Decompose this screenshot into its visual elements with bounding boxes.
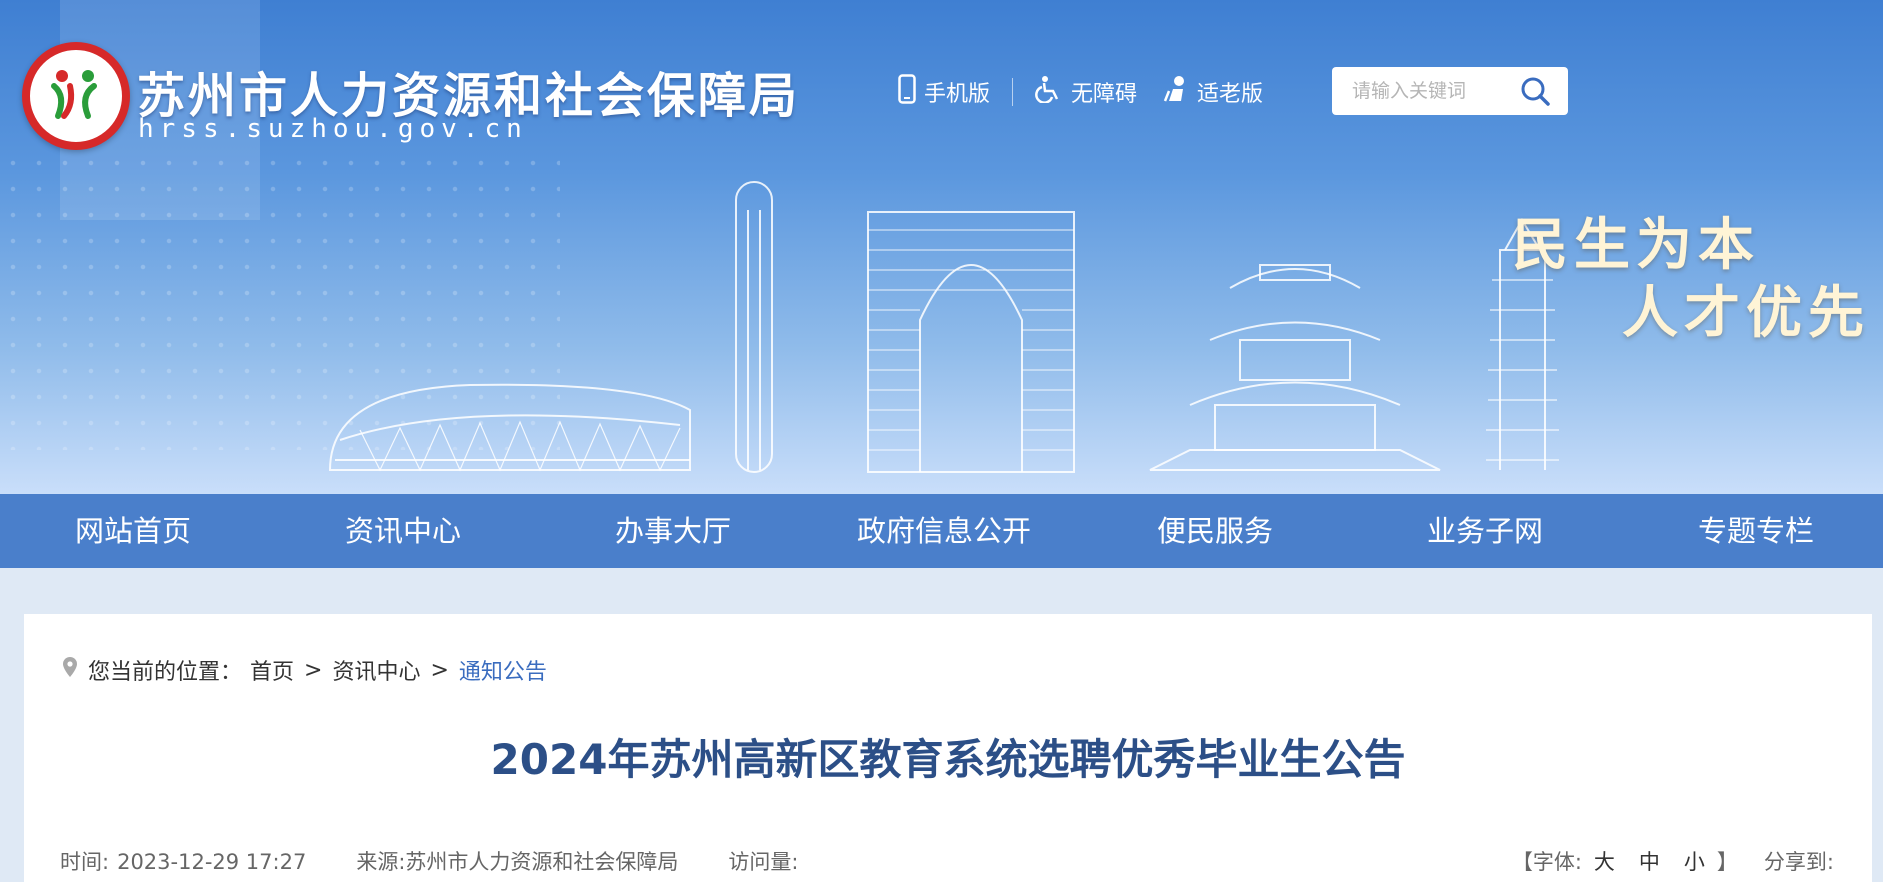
source-label: 来源: <box>356 850 406 874</box>
header-banner: 苏州市人力资源和社会保障局 hrss.suzhou.gov.cn 手机版 无障碍… <box>0 0 1883 494</box>
nav-item-public-service[interactable]: 便民服务 <box>1157 494 1273 568</box>
article-title: 2024年苏州高新区教育系统选聘优秀毕业生公告 <box>490 735 1406 784</box>
time-label: 时间: <box>60 850 110 874</box>
search-input[interactable] <box>1332 80 1507 102</box>
accessibility-icon <box>1035 75 1063 109</box>
font-size-label: 【字体: <box>1511 850 1582 874</box>
font-size-close: 】 <box>1716 850 1738 874</box>
nav-item-news[interactable]: 资讯中心 <box>345 494 461 568</box>
mobile-icon <box>898 74 916 110</box>
top-links: 手机版 无障碍 适老版 <box>898 74 1263 110</box>
visit-count: 访问量: <box>728 846 798 876</box>
font-small-button[interactable]: 小 <box>1684 846 1705 876</box>
source-value: 苏州市人力资源和社会保障局 <box>405 850 679 874</box>
divider <box>1012 78 1014 106</box>
font-medium-button[interactable]: 中 <box>1639 846 1660 876</box>
breadcrumb-notices[interactable]: 通知公告 <box>459 654 547 686</box>
article-card: 您当前的位置： 首页 > 资讯中心 > 通知公告 2024年苏州高新区教育系统选… <box>24 614 1872 882</box>
logo[interactable] <box>22 42 130 150</box>
nav-item-special-topics[interactable]: 专题专栏 <box>1698 494 1814 568</box>
article-source: 来源:苏州市人力资源和社会保障局 <box>356 846 678 876</box>
font-large-button[interactable]: 大 <box>1594 846 1615 876</box>
nav-item-gov-info[interactable]: 政府信息公开 <box>857 494 1031 568</box>
elderly-version-link[interactable]: 适老版 <box>1163 75 1263 109</box>
nav-item-service-hall[interactable]: 办事大厅 <box>615 494 731 568</box>
search-icon[interactable] <box>1520 76 1550 110</box>
breadcrumb-prefix: 您当前的位置： <box>88 660 243 685</box>
publish-time: 时间: 2023-12-29 17:27 <box>60 846 306 876</box>
site-domain: hrss.suzhou.gov.cn <box>138 114 528 144</box>
nav-item-home[interactable]: 网站首页 <box>75 494 191 568</box>
breadcrumb-separator: > <box>430 657 449 683</box>
breadcrumb: 您当前的位置： 首页 > 资讯中心 > 通知公告 <box>62 654 547 686</box>
share-label: 分享到: <box>1763 850 1834 874</box>
search-box <box>1332 67 1568 115</box>
main-nav: 网站首页 资讯中心 办事大厅 政府信息公开 便民服务 业务子网 专题专栏 <box>0 494 1883 568</box>
logo-emblem <box>22 42 130 150</box>
breadcrumb-news[interactable]: 资讯中心 <box>332 654 420 686</box>
elderly-version-label: 适老版 <box>1197 82 1264 107</box>
breadcrumb-separator: > <box>304 657 323 683</box>
elderly-icon <box>1163 75 1189 109</box>
slogan-line-2: 人才优先 <box>1622 281 1870 346</box>
logo-figures-icon <box>51 70 97 119</box>
visits-label: 访问量: <box>728 850 799 874</box>
mobile-version-link[interactable]: 手机版 <box>898 74 990 110</box>
article-tools: 【字体: 大 中 小 】 分享到: <box>1512 846 1834 876</box>
location-pin-icon <box>62 656 78 684</box>
accessibility-label: 无障碍 <box>1071 82 1138 107</box>
time-value: 2023-12-29 17:27 <box>117 850 307 874</box>
breadcrumb-home[interactable]: 首页 <box>250 654 294 686</box>
mobile-version-label: 手机版 <box>924 82 991 107</box>
accessibility-link[interactable]: 无障碍 <box>1035 75 1137 109</box>
article-meta: 时间: 2023-12-29 17:27 来源:苏州市人力资源和社会保障局 访问量… <box>60 846 798 876</box>
nav-item-sub-sites[interactable]: 业务子网 <box>1427 494 1543 568</box>
